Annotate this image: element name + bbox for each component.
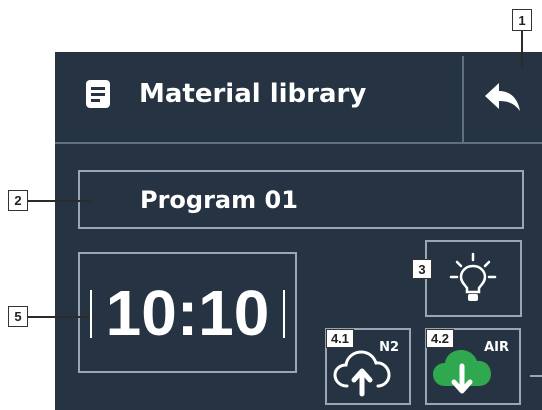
callout-1: 1 — [512, 9, 532, 31]
header: Material library — [85, 64, 445, 124]
document-icon — [85, 79, 111, 109]
clock-time: 10:10 — [105, 276, 270, 349]
program-name: Program 01 — [140, 185, 298, 214]
callout-5-text: 5 — [14, 309, 22, 324]
page-title: Material library — [139, 79, 367, 109]
callout-4-2: 4.2 — [426, 329, 454, 348]
callout-1-leader — [521, 30, 523, 68]
clock-right-bar — [283, 290, 285, 338]
callout-1-text: 1 — [518, 12, 526, 28]
back-button[interactable] — [462, 56, 542, 142]
header-divider — [55, 142, 542, 144]
callout-2-text: 2 — [14, 193, 22, 208]
callout-5: 5 — [8, 306, 28, 327]
callout-2-leader — [28, 200, 90, 202]
callout-4-2-text: 4.2 — [430, 331, 450, 346]
light-button[interactable] — [425, 240, 522, 317]
program-name-field[interactable]: Program 01 — [78, 170, 524, 229]
callout-3: 3 — [412, 259, 432, 279]
callout-4-1-text: 4.1 — [330, 331, 350, 346]
callout-5-leader — [28, 316, 90, 318]
edge-tick — [530, 375, 542, 377]
clock-display[interactable]: 10:10 — [78, 252, 297, 373]
reply-arrow-icon — [483, 81, 523, 117]
lightbulb-icon — [449, 252, 497, 301]
callout-3-text: 3 — [418, 261, 426, 277]
clock-left-bar — [90, 290, 92, 338]
callout-4-1: 4.1 — [326, 329, 354, 348]
callout-2: 2 — [8, 190, 28, 211]
